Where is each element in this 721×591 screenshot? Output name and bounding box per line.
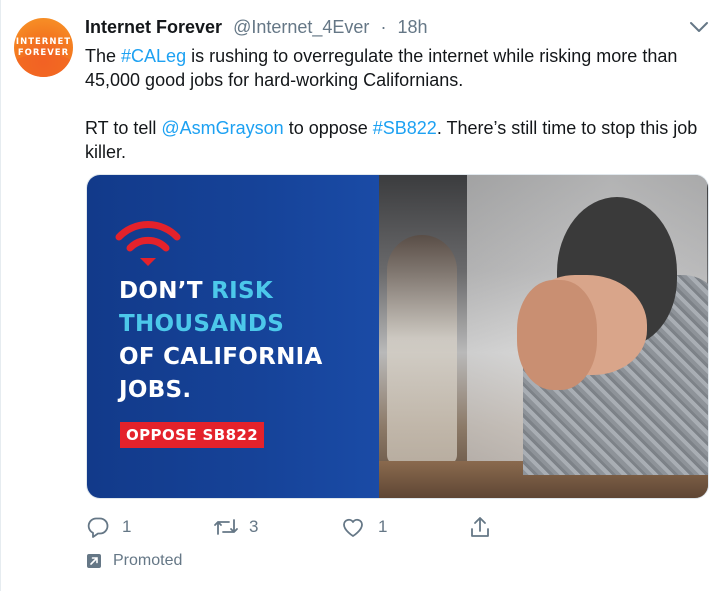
- wifi-icon: [115, 221, 181, 266]
- photo-man-hands: [517, 280, 597, 390]
- ad-headline-word: DON’T: [119, 278, 212, 304]
- hashtag-caleg[interactable]: #CALeg: [121, 46, 186, 66]
- reply-icon: [87, 517, 109, 538]
- reply-count: 1: [122, 517, 132, 536]
- ad-headline-line2: THOUSANDS: [119, 311, 285, 337]
- reply-button[interactable]: 1: [87, 513, 131, 541]
- promoted-text: Promoted: [113, 552, 183, 569]
- like-count: 1: [378, 517, 388, 536]
- ad-headline-line4: JOBS.: [119, 377, 192, 403]
- author-name[interactable]: Internet Forever: [85, 17, 222, 37]
- retweet-button[interactable]: 3: [213, 513, 258, 541]
- author-handle[interactable]: @Internet_4Ever: [233, 17, 369, 37]
- like-icon: [343, 518, 363, 537]
- text-segment: to oppose: [283, 118, 373, 138]
- photo-background-person: [387, 235, 457, 465]
- mention-asmgrayson[interactable]: @AsmGrayson: [161, 118, 283, 138]
- ad-oppose-badge: OPPOSE SB822: [120, 422, 265, 448]
- text-segment: RT to tell: [85, 118, 162, 138]
- tweet-header: Internet Forever @Internet_4Ever · 18h: [85, 17, 428, 38]
- tweet-actions: 1 3 1: [1, 513, 721, 541]
- share-icon: [471, 517, 489, 537]
- promoted-icon: [87, 554, 101, 568]
- promoted-label[interactable]: Promoted: [87, 552, 182, 570]
- text-segment: The: [85, 46, 122, 66]
- avatar[interactable]: INTERNET FOREVER: [14, 18, 73, 77]
- ad-headline-line1: DON’T RISK: [119, 275, 323, 308]
- share-button[interactable]: [469, 513, 491, 541]
- header-separator: ·: [380, 17, 387, 37]
- chevron-down-icon[interactable]: [688, 19, 710, 35]
- tweet-media-image[interactable]: DON’T RISK THOUSANDS OF CALIFORNIA JOBS.…: [86, 174, 709, 499]
- tweet-text: The #CALeg is rushing to overregulate th…: [85, 44, 705, 164]
- like-button[interactable]: 1: [341, 513, 387, 541]
- retweet-count: 3: [249, 517, 259, 536]
- tweet-timestamp[interactable]: 18h: [397, 17, 427, 37]
- tweet-paragraph-1: The #CALeg is rushing to overregulate th…: [85, 44, 705, 92]
- hashtag-sb822[interactable]: #SB822: [373, 118, 437, 138]
- ad-blue-panel: DON’T RISK THOUSANDS OF CALIFORNIA JOBS.…: [87, 175, 379, 498]
- ad-headline-highlight: RISK: [211, 278, 273, 304]
- avatar-text-line2: FOREVER: [17, 48, 70, 58]
- tweet-card[interactable]: INTERNET FOREVER Internet Forever @Inter…: [0, 0, 721, 591]
- ad-headline: DON’T RISK THOUSANDS OF CALIFORNIA JOBS.: [119, 275, 323, 407]
- avatar-text-line1: INTERNET: [15, 37, 72, 47]
- ad-headline-line3: OF CALIFORNIA: [119, 344, 323, 370]
- retweet-icon: [214, 519, 238, 535]
- tweet-paragraph-2: RT to tell @AsmGrayson to oppose #SB822.…: [85, 116, 705, 164]
